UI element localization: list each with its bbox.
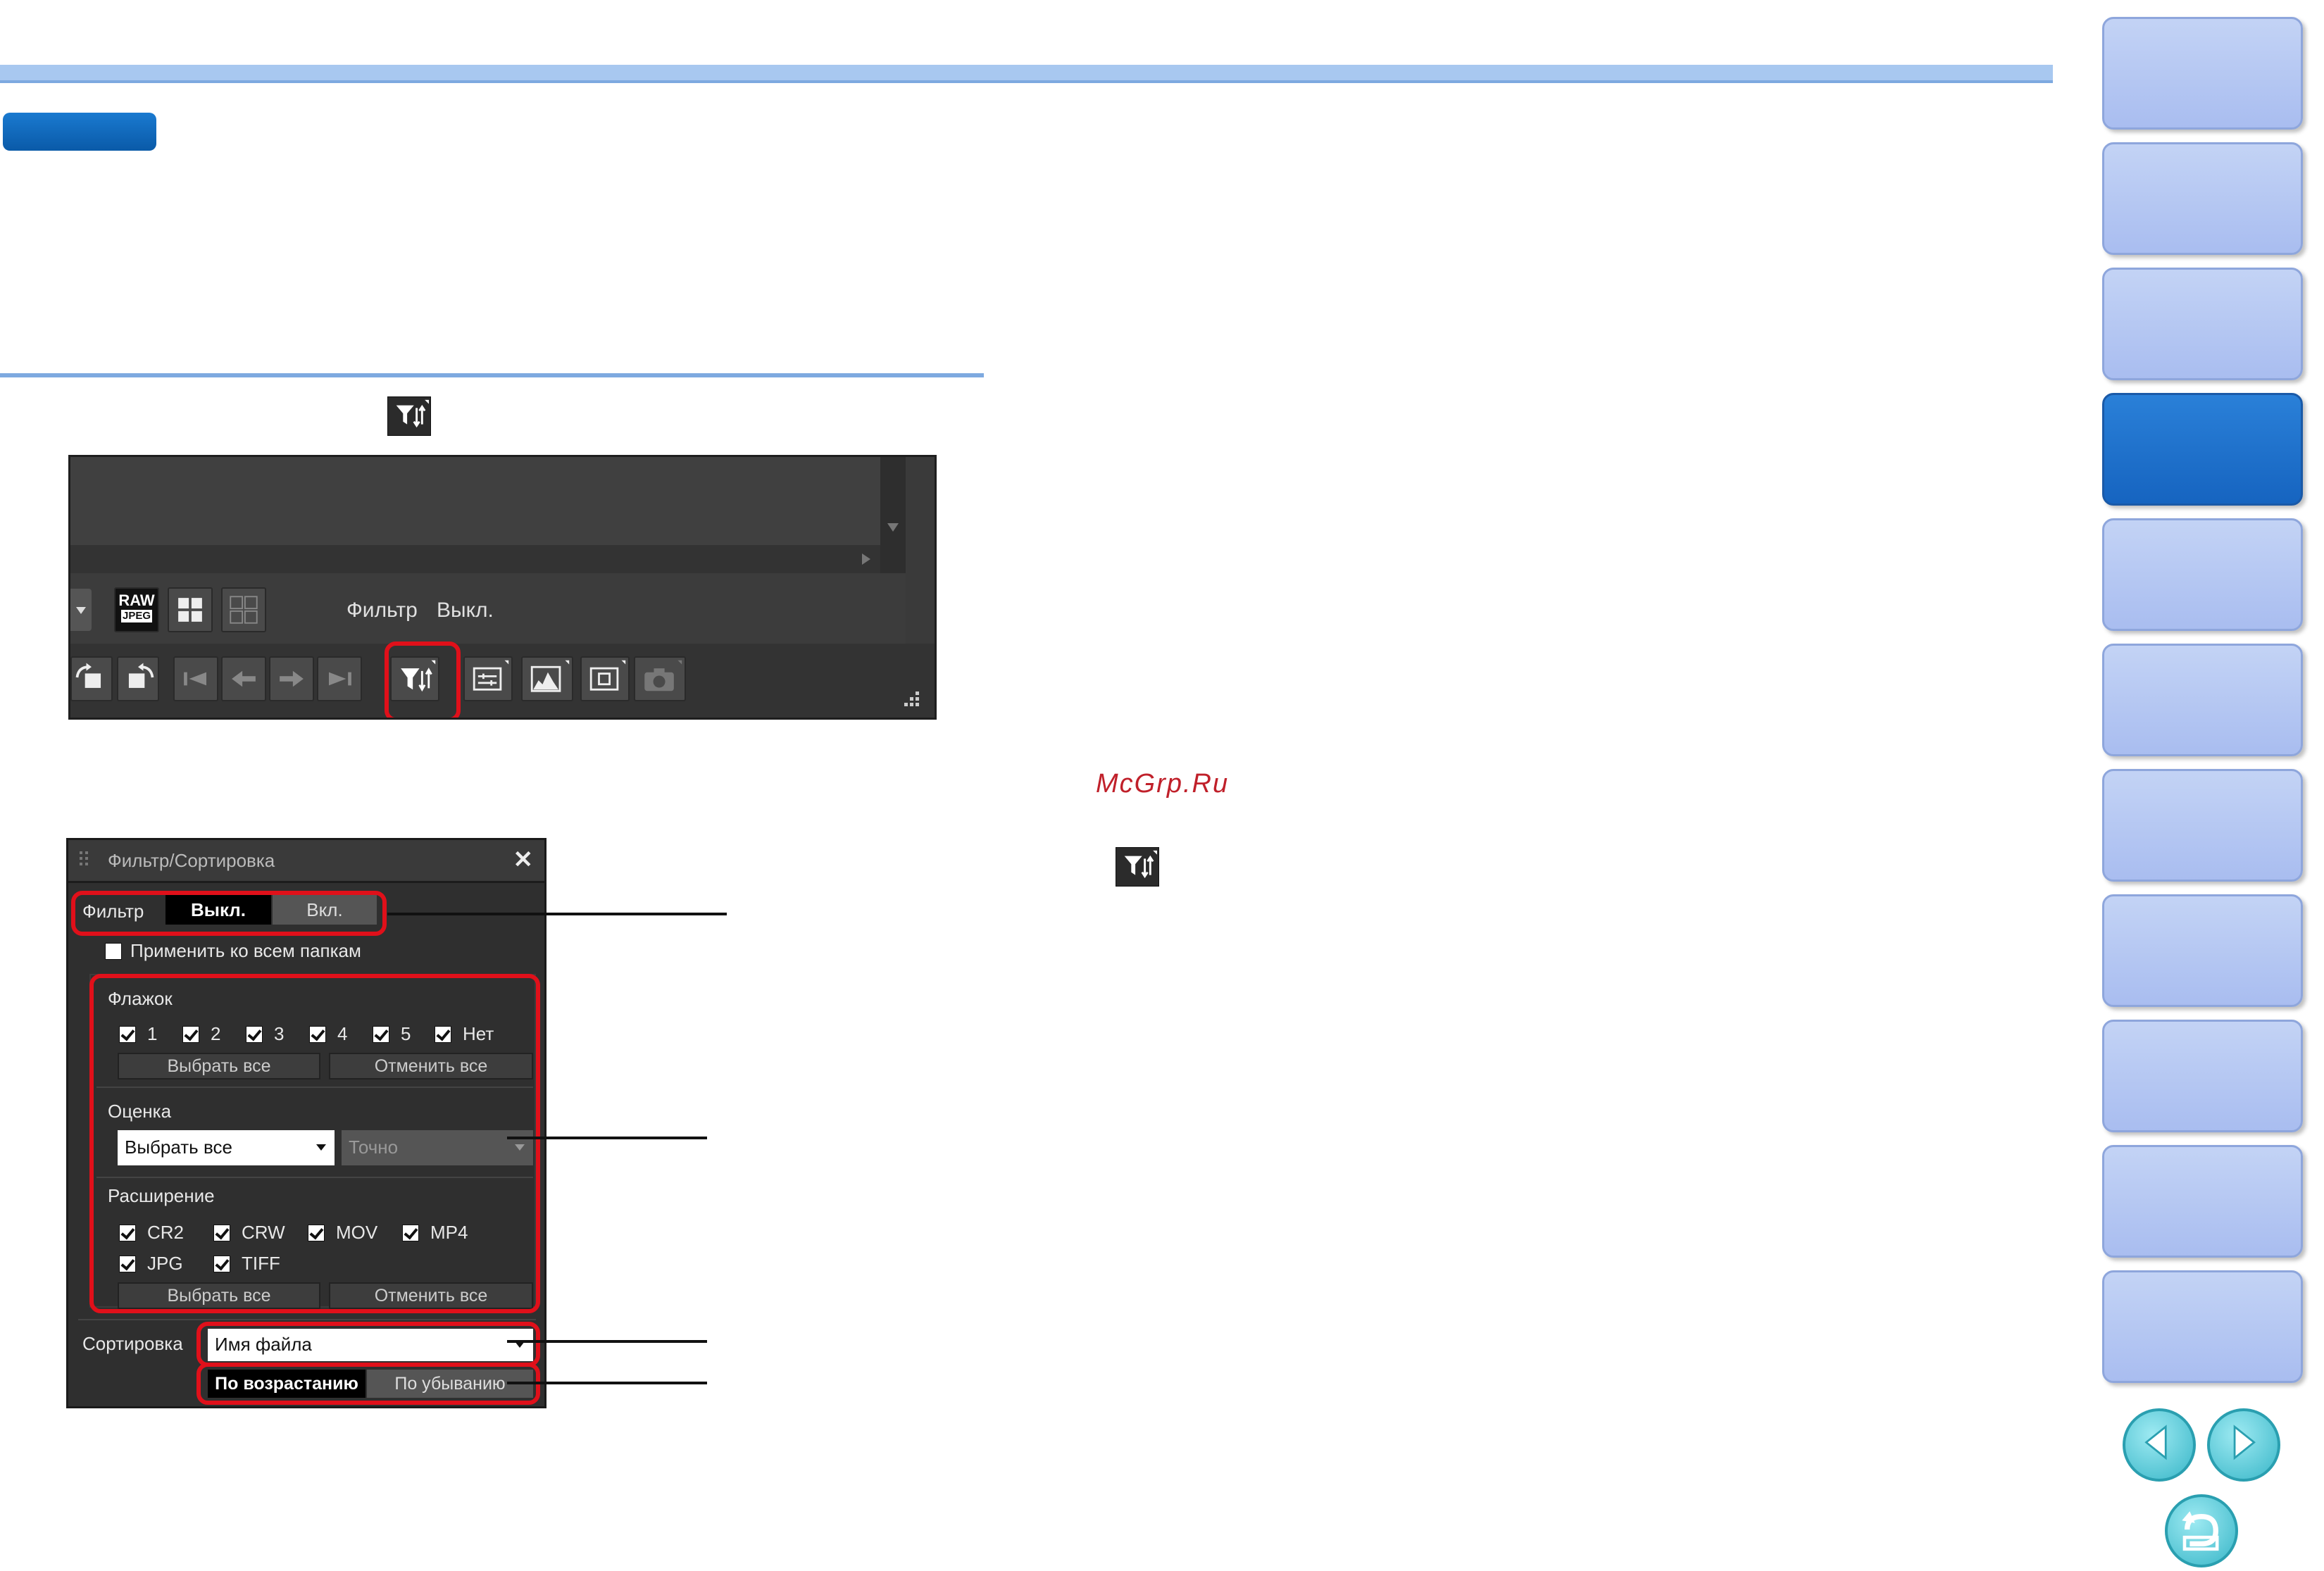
- drag-handle-icon[interactable]: [78, 850, 94, 871]
- filter-status: Выкл.: [437, 599, 494, 622]
- nav-chapter-button[interactable]: [2102, 1020, 2303, 1132]
- section-tab-marker: [3, 113, 156, 151]
- callout-line: [507, 1340, 707, 1343]
- navigator-icon[interactable]: [580, 656, 630, 701]
- nav-chapter-button[interactable]: [2102, 1145, 2303, 1258]
- filter-button-highlight: [385, 641, 461, 718]
- nav-chapter-button[interactable]: [2102, 644, 2303, 756]
- panel-title: Фильтр/Сортировка: [108, 850, 275, 871]
- nav-chapter-button[interactable]: [2102, 17, 2303, 130]
- resize-grip-icon[interactable]: [896, 686, 921, 711]
- sort-order-highlight: [196, 1363, 540, 1405]
- bottom-toolbar: [70, 644, 935, 718]
- nav-chapter-button[interactable]: [2102, 894, 2303, 1007]
- jpeg-label: JPEG: [121, 610, 152, 622]
- arrow-left-icon: [2144, 1425, 2167, 1460]
- watermark: McGrp.Ru: [1096, 769, 1230, 799]
- first-image-icon[interactable]: [173, 656, 218, 701]
- next-image-icon[interactable]: [269, 656, 314, 701]
- nav-chapter-button[interactable]: [2102, 769, 2303, 882]
- arrow-right-icon: [2233, 1425, 2256, 1460]
- nav-chapter-button[interactable]: [2102, 518, 2303, 631]
- histogram-icon[interactable]: [521, 656, 573, 701]
- multi-grid-view-icon[interactable]: [221, 587, 266, 632]
- raw-label: RAW: [118, 592, 155, 609]
- nav-chapter-button[interactable]: [2102, 142, 2303, 255]
- section-divider: [0, 373, 984, 377]
- filter-toggle-highlight: [71, 891, 387, 936]
- previous-page-button[interactable]: [2123, 1408, 2196, 1482]
- tool-palette-icon[interactable]: [463, 656, 513, 701]
- dropdown-arrow-icon[interactable]: [70, 589, 92, 631]
- sort-label: Сортировка: [82, 1333, 183, 1354]
- last-image-icon[interactable]: [317, 656, 362, 701]
- view-toolbar: RAW JPEG Фильтр Выкл.: [70, 573, 906, 644]
- nav-chapter-button[interactable]: [2102, 268, 2303, 380]
- next-page-button[interactable]: [2207, 1408, 2280, 1482]
- apply-all-folders-checkbox[interactable]: [105, 943, 122, 960]
- grid-view-icon[interactable]: [168, 587, 213, 632]
- filter-sort-icon: [1116, 847, 1159, 887]
- header-bar: [0, 65, 2053, 83]
- horizontal-scrollbar[interactable]: [70, 545, 880, 575]
- callout-line: [387, 913, 727, 915]
- apply-all-folders-label: Применить ко всем папкам: [130, 940, 361, 961]
- return-button[interactable]: [2165, 1494, 2238, 1567]
- main-window-toolbar-screenshot: RAW JPEG Фильтр Выкл.: [68, 455, 937, 720]
- nav-chapter-button-active[interactable]: [2102, 393, 2303, 506]
- previous-image-icon[interactable]: [221, 656, 266, 701]
- close-icon[interactable]: ✕: [513, 846, 534, 874]
- filter-sort-panel: Фильтр/Сортировка ✕ Фильтр Выкл. Вкл. Пр…: [66, 838, 546, 1408]
- camera-icon[interactable]: [634, 656, 686, 701]
- panel-title-bar[interactable]: Фильтр/Сортировка ✕: [68, 840, 544, 883]
- callout-line: [507, 1137, 707, 1139]
- criteria-highlight: [89, 974, 540, 1313]
- thumbnail-area: [70, 457, 880, 546]
- return-icon: [2182, 1511, 2219, 1551]
- rotate-right-icon[interactable]: [117, 656, 159, 701]
- group-divider: [78, 1319, 536, 1320]
- sort-select-highlight: [196, 1322, 540, 1367]
- vertical-scrollbar[interactable]: [880, 457, 906, 573]
- rotate-left-icon[interactable]: [70, 656, 113, 701]
- callout-line: [507, 1382, 707, 1384]
- filter-label: Фильтр: [346, 599, 418, 622]
- filter-sort-icon: [387, 396, 431, 436]
- nav-chapter-button[interactable]: [2102, 1270, 2303, 1383]
- raw-jpeg-toggle-button[interactable]: RAW JPEG: [114, 587, 159, 632]
